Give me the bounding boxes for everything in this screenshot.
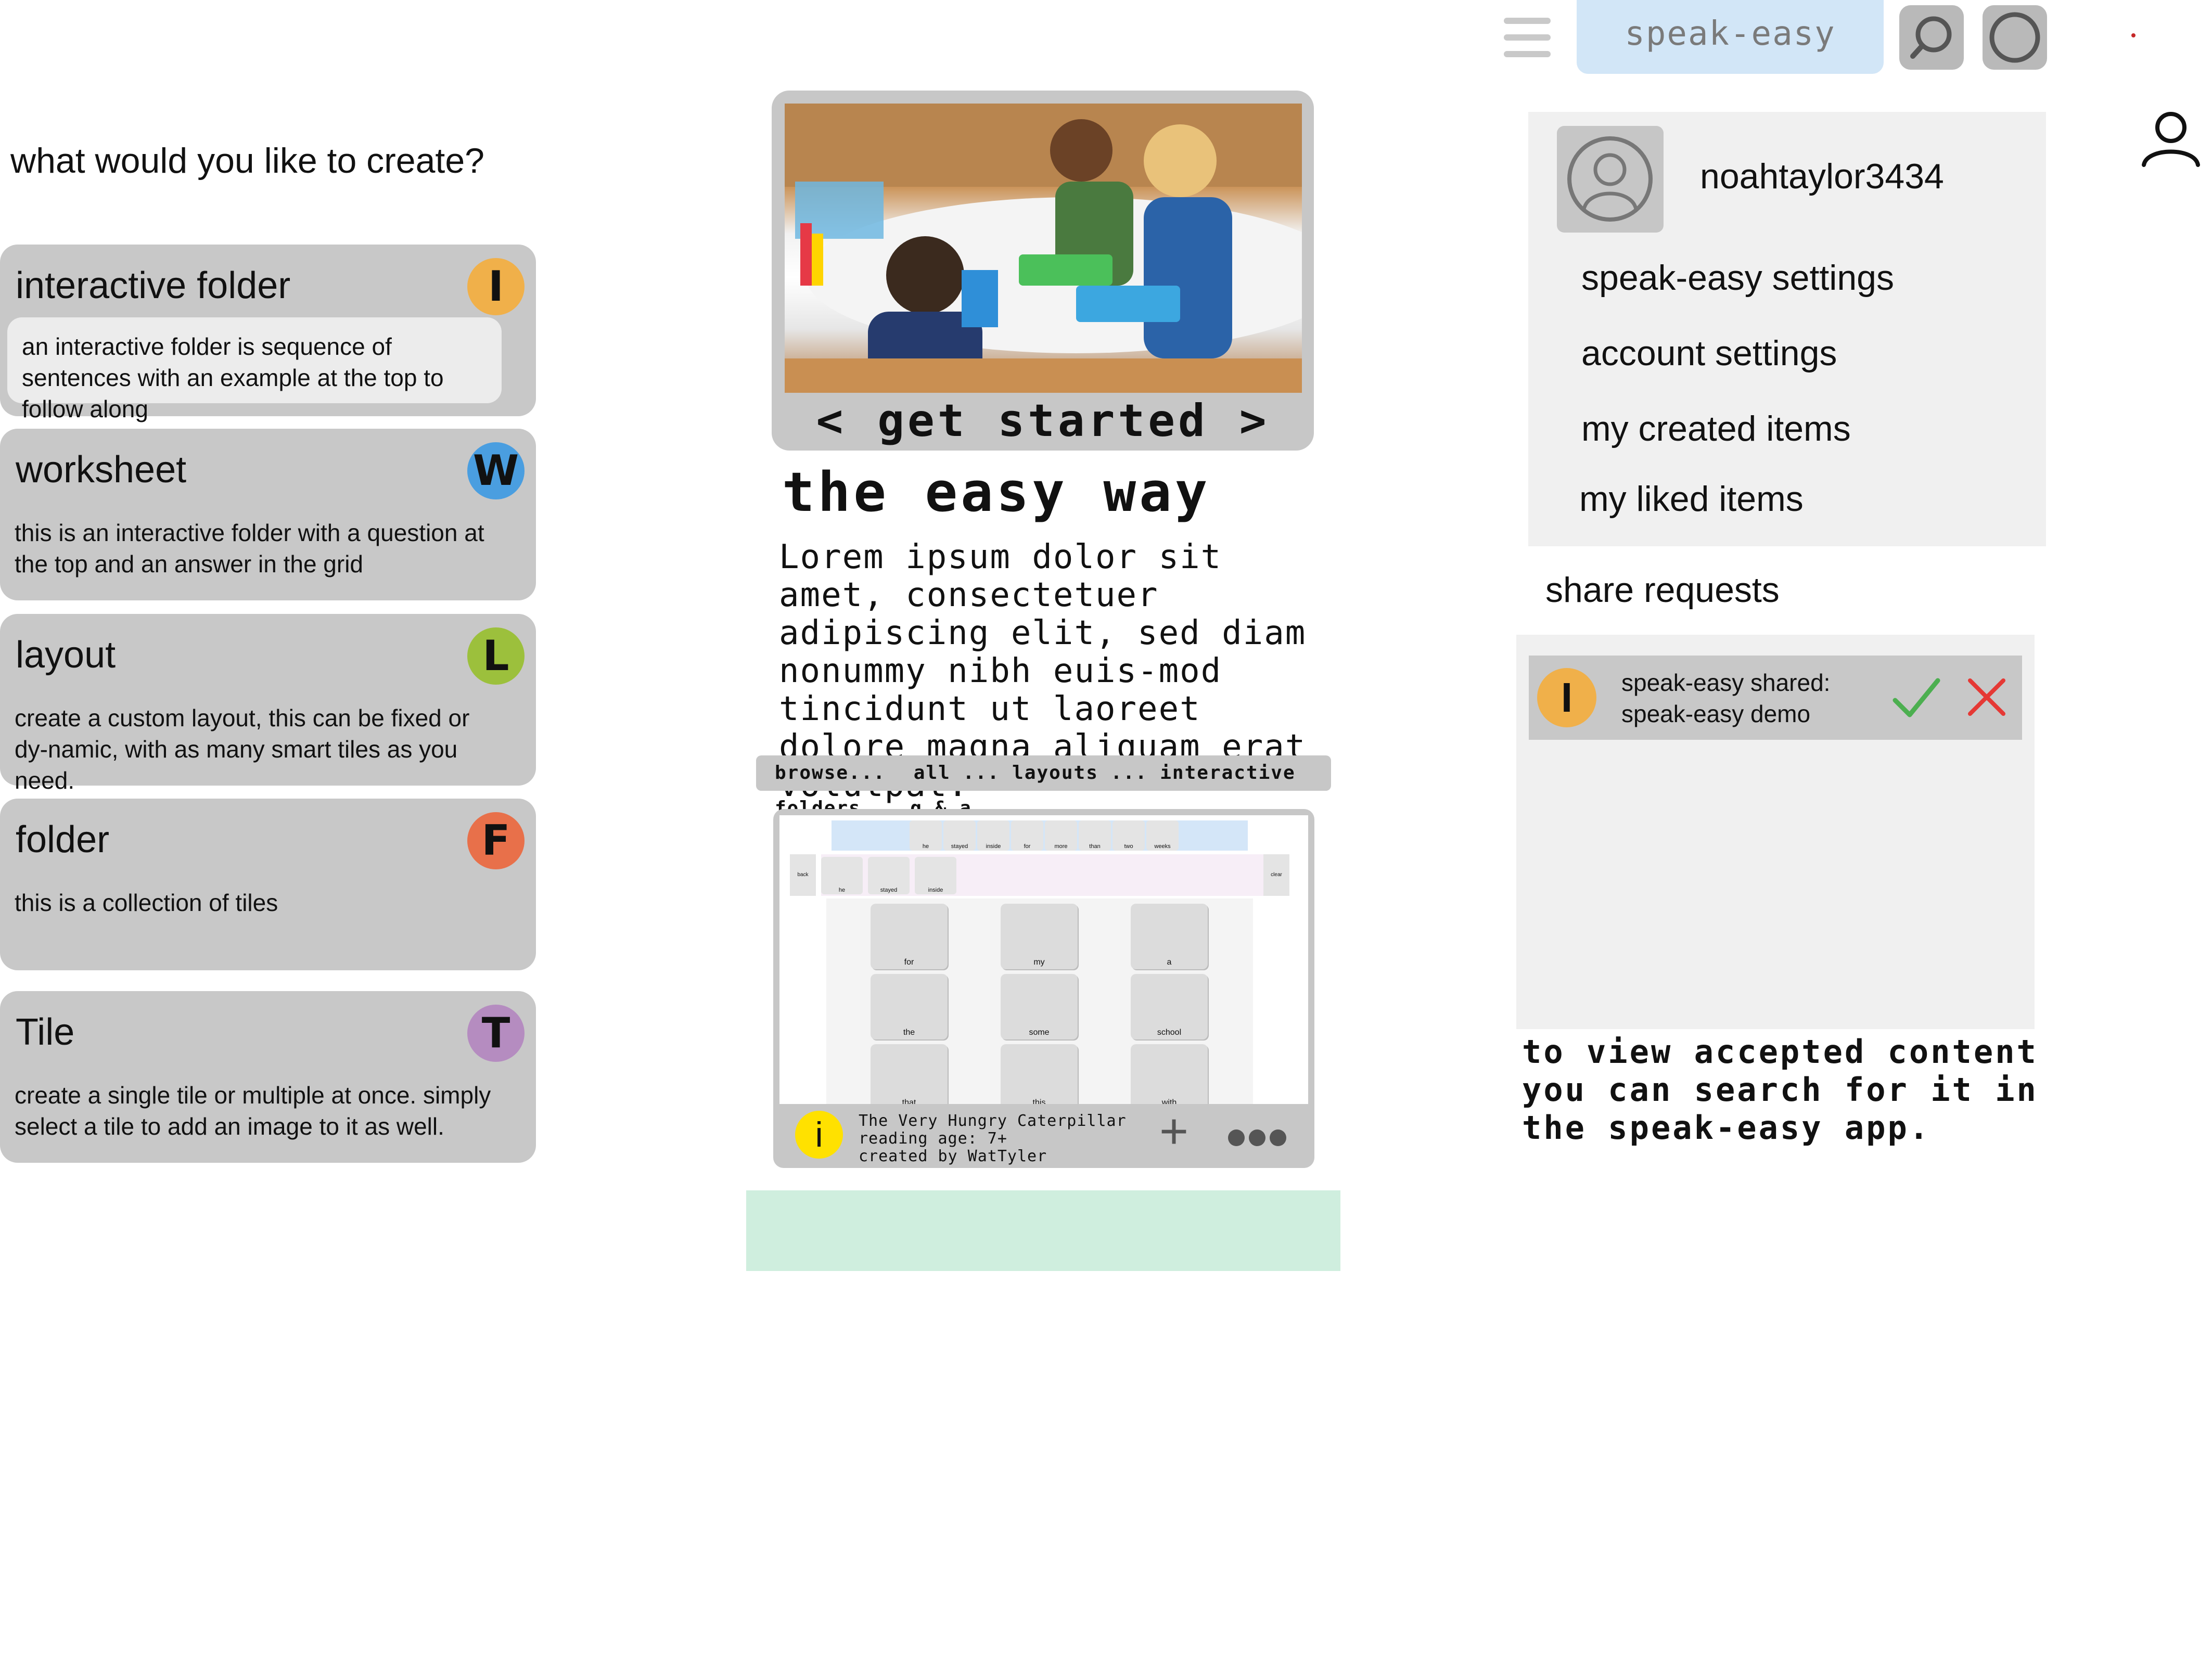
create-prompt: what would you like to create? [10, 141, 484, 181]
preview-footer: i The Very Hungry Caterpillar reading ag… [779, 1106, 1308, 1165]
card-description: this is a collection of tiles [15, 889, 278, 916]
add-button[interactable]: + [1159, 1106, 1188, 1158]
grid-tile: for [871, 904, 948, 969]
worksheet-badge: W [467, 442, 525, 499]
layout-badge: L [467, 627, 525, 685]
interactive-folder-badge: I [467, 258, 525, 315]
hamburger-icon[interactable] [1504, 18, 1551, 59]
grid-tile: my [1001, 904, 1078, 969]
preview-back-button: back [790, 854, 816, 896]
app-name-tab[interactable]: speak-easy [1577, 0, 1884, 74]
card-description: create a single tile or multiple at once… [15, 1082, 491, 1140]
mini-tile: stayed [868, 857, 910, 894]
mini-tile: he [910, 820, 942, 851]
card-description: create a custom layout, this can be fixe… [15, 704, 470, 794]
green-placeholder-block [746, 1190, 1340, 1271]
status-dot [2131, 33, 2136, 37]
mini-tile: stayed [943, 820, 976, 851]
mini-tile: two [1113, 820, 1145, 851]
share-request-item-name: speak-easy demo [1621, 700, 1811, 727]
featured-item-card[interactable]: he stayed inside for more than two weeks… [773, 809, 1314, 1168]
grid-tile: with [1131, 1044, 1208, 1104]
create-card-interactive-folder[interactable]: interactive folder I an interactive fold… [0, 245, 536, 422]
avatar-icon [1567, 136, 1653, 222]
card-description: an interactive folder is sequence of sen… [7, 317, 502, 422]
carousel-next-button[interactable]: > [1239, 395, 1270, 447]
menu-item-my-liked-items[interactable]: my liked items [1579, 479, 1804, 519]
share-requests-panel: I speak-easy shared: speak-easy demo [1516, 635, 2035, 1029]
mini-tile: he [821, 857, 863, 894]
info-badge[interactable]: i [795, 1111, 843, 1159]
grid-tile: the [871, 974, 948, 1039]
card-title: worksheet [16, 449, 187, 491]
grid-tile: some [1001, 974, 1078, 1039]
grid-tile: a [1131, 904, 1208, 969]
circle-icon [1989, 12, 2040, 63]
menu-item-my-created-items[interactable]: my created items [1581, 408, 1851, 449]
preview-screenshot: he stayed inside for more than two weeks… [779, 815, 1308, 1104]
mini-tile: for [1011, 820, 1043, 851]
username: noahtaylor3434 [1700, 157, 1944, 196]
carousel-prev-button[interactable]: < [816, 395, 846, 447]
share-request-text: speak-easy shared: speak-easy demo [1621, 667, 1830, 729]
browse-filter-bar[interactable]: browse... all ... layouts ... interactiv… [756, 755, 1331, 819]
share-requests-title: share requests [1545, 570, 1780, 610]
card-title: Tile [16, 1011, 75, 1053]
accept-check-icon[interactable] [1892, 673, 1941, 722]
interactive-folder-badge: I [1537, 668, 1596, 727]
reject-x-icon[interactable] [1966, 676, 2008, 718]
search-icon [1910, 16, 1952, 59]
create-card-worksheet[interactable]: worksheet W this is an interactive folde… [0, 429, 536, 600]
hero-caption-bar: < get started > [772, 392, 1314, 450]
item-creator: created by WatTyler [859, 1147, 1047, 1165]
share-request-line: speak-easy shared: [1621, 669, 1831, 696]
mini-tile: inside [915, 857, 956, 894]
more-dots-icon[interactable] [1227, 1127, 1289, 1151]
hero-caption: get started [877, 395, 1208, 447]
mini-tile: inside [977, 820, 1009, 851]
folder-badge: F [467, 812, 525, 869]
grid-tile: that [871, 1044, 948, 1104]
hero-photo [785, 104, 1302, 393]
menu-item-speak-easy-settings[interactable]: speak-easy settings [1581, 258, 1894, 298]
share-note: to view accepted content you can search … [1522, 1033, 2038, 1147]
item-reading-age: reading age: 7+ [859, 1129, 1007, 1148]
create-card-layout[interactable]: layout L create a custom layout, this ca… [0, 614, 536, 794]
mini-tile: than [1079, 820, 1111, 851]
card-title: folder [16, 819, 110, 861]
card-title: interactive folder [16, 265, 291, 306]
grid-tile: this [1001, 1044, 1078, 1104]
menu-item-account-settings[interactable]: account settings [1581, 333, 1837, 374]
share-request-item[interactable]: I speak-easy shared: speak-easy demo [1529, 656, 2022, 740]
avatar[interactable] [1557, 126, 1664, 233]
browse-label: browse... [775, 762, 886, 784]
user-icon[interactable] [2140, 107, 2202, 169]
card-description: this is an interactive folder with a que… [15, 519, 484, 577]
preview-clear-button: clear [1263, 854, 1289, 896]
search-button[interactable] [1899, 5, 1964, 70]
create-card-folder[interactable]: folder F this is a collection of tiles [0, 799, 536, 970]
hero-tagline: the easy way [782, 460, 1211, 524]
get-started-carousel[interactable]: < get started > [772, 91, 1314, 451]
card-title: layout [16, 634, 116, 676]
create-card-tile[interactable]: Tile T create a single tile or multiple … [0, 991, 536, 1163]
grid-tile: school [1131, 974, 1208, 1039]
profile-panel: noahtaylor3434 speak-easy settings accou… [1528, 112, 2046, 546]
item-title: The Very Hungry Caterpillar [859, 1112, 1127, 1130]
tile-badge: T [467, 1005, 525, 1062]
circle-button[interactable] [1983, 5, 2047, 70]
mini-tile: weeks [1146, 820, 1179, 851]
mini-tile: more [1045, 820, 1077, 851]
